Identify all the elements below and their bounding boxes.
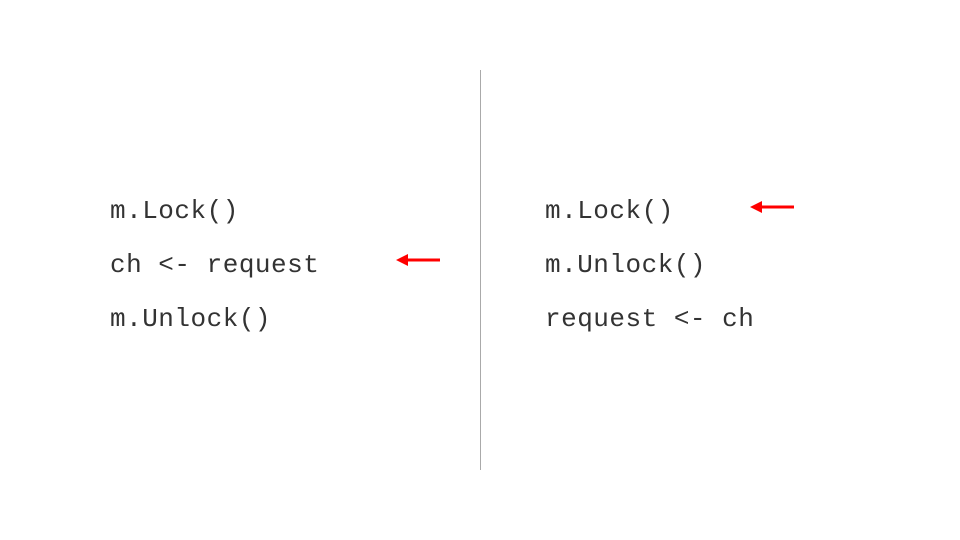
code-line: m.Lock() xyxy=(545,195,754,229)
code-line: m.Unlock() xyxy=(110,303,319,337)
code-line: m.Lock() xyxy=(110,195,319,229)
right-column: m.Lock() m.Unlock() request <- ch xyxy=(545,195,754,336)
code-line: ch <- request xyxy=(110,249,319,283)
arrow-left-icon xyxy=(396,253,440,267)
code-line: request <- ch xyxy=(545,303,754,337)
code-line: m.Unlock() xyxy=(545,249,754,283)
left-column: m.Lock() ch <- request m.Unlock() xyxy=(110,195,319,336)
arrow-left-icon xyxy=(750,200,794,214)
diagram-container: m.Lock() ch <- request m.Unlock() m.Lock… xyxy=(0,0,960,540)
vertical-divider xyxy=(480,70,481,470)
